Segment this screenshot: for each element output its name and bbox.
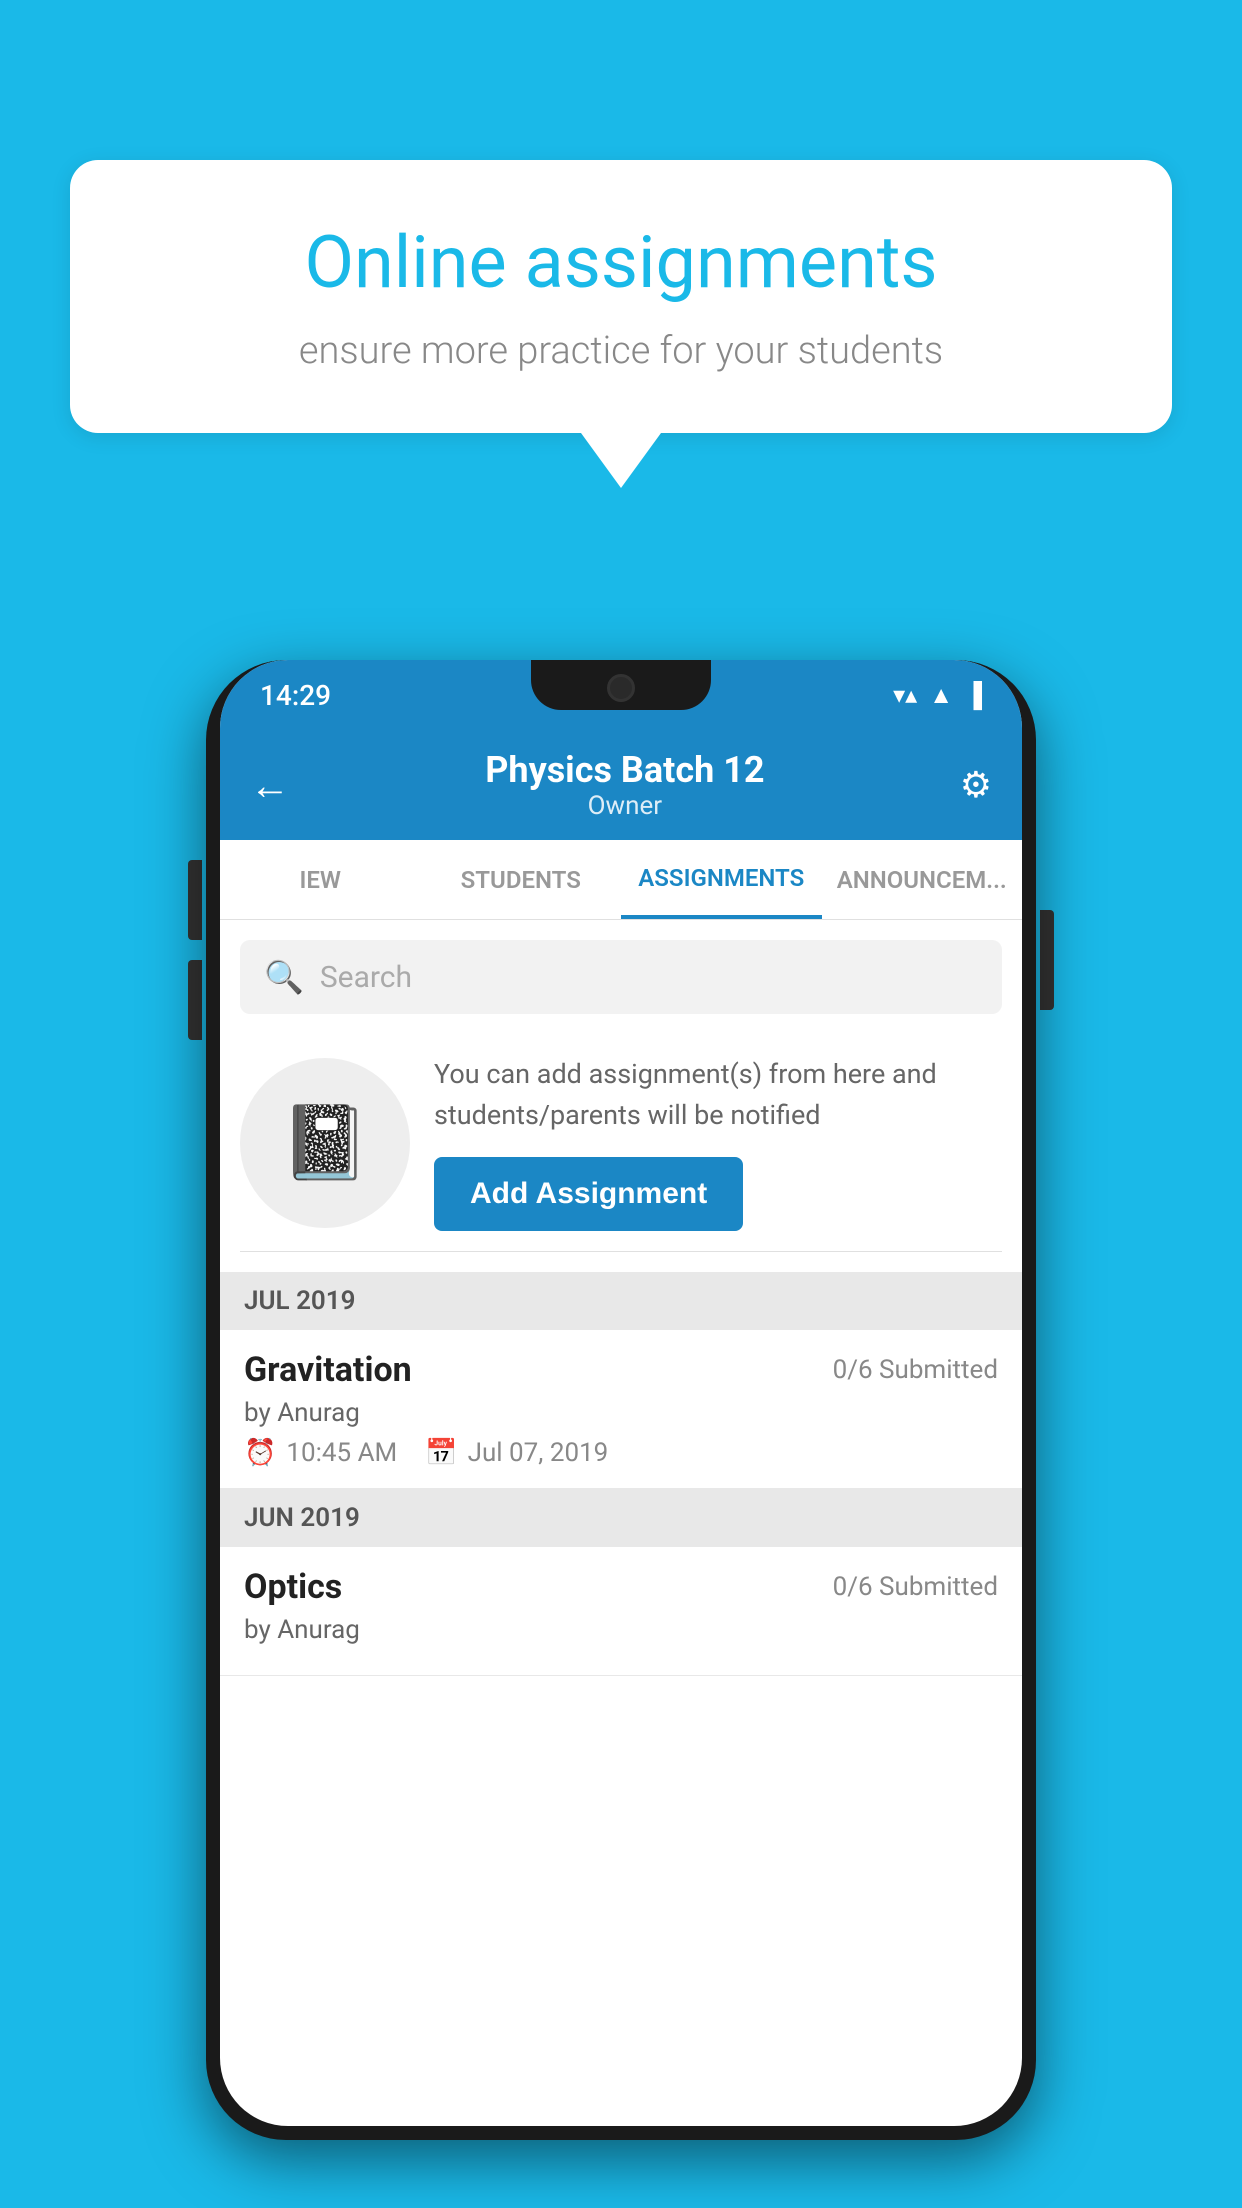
search-icon: 🔍 (264, 958, 304, 996)
assignment-name: Gravitation (244, 1350, 412, 1390)
phone-notch (531, 660, 711, 710)
assignment-status: 0/6 Submitted (833, 1355, 998, 1385)
tab-iew[interactable]: IEW (220, 840, 421, 919)
search-bar[interactable]: 🔍 Search (240, 940, 1002, 1014)
phone-wrapper: 14:29 ▾▴ ▲ ▐ ← Physics Batch 12 Owner ⚙ (206, 660, 1036, 2140)
settings-button[interactable]: ⚙ (960, 764, 992, 806)
promo-icon-circle: 📓 (240, 1058, 410, 1228)
optics-status: 0/6 Submitted (833, 1572, 998, 1602)
header-title: Physics Batch 12 (485, 749, 764, 791)
optics-name: Optics (244, 1567, 342, 1607)
clock-icon: ⏰ (244, 1438, 276, 1468)
section-header-jun: JUN 2019 (220, 1489, 1022, 1547)
assignment-row1: Gravitation 0/6 Submitted (244, 1350, 998, 1390)
signal-icon: ▲ (929, 681, 953, 710)
tab-announcements[interactable]: ANNOUNCEM... (822, 840, 1023, 919)
tab-students[interactable]: STUDENTS (421, 840, 622, 919)
speech-bubble-arrow (581, 433, 661, 488)
phone-screen: 14:29 ▾▴ ▲ ▐ ← Physics Batch 12 Owner ⚙ (220, 660, 1022, 2126)
volume-up-button (188, 860, 202, 940)
speech-bubble-subtitle: ensure more practice for your students (150, 329, 1092, 373)
screen-content: 🔍 Search 📓 You can add assignment(s) fro… (220, 920, 1022, 2126)
power-button (1040, 910, 1054, 1010)
optics-by: by Anurag (244, 1615, 998, 1645)
notebook-icon: 📓 (280, 1100, 370, 1185)
speech-bubble-wrapper: Online assignments ensure more practice … (70, 160, 1172, 488)
status-time: 14:29 (260, 679, 331, 712)
assignment-by: by Anurag (244, 1398, 998, 1428)
add-assignment-button[interactable]: Add Assignment (434, 1157, 743, 1231)
volume-down-button (188, 960, 202, 1040)
promo-text: You can add assignment(s) from here and … (434, 1054, 1002, 1135)
optics-row1: Optics 0/6 Submitted (244, 1567, 998, 1607)
meta-time-value: 10:45 AM (286, 1438, 397, 1468)
speech-bubble: Online assignments ensure more practice … (70, 160, 1172, 433)
wifi-icon: ▾▴ (893, 681, 917, 709)
back-button[interactable]: ← (250, 762, 290, 809)
add-assignment-promo: 📓 You can add assignment(s) from here an… (240, 1034, 1002, 1252)
calendar-icon: 📅 (425, 1438, 457, 1468)
assignment-item-optics[interactable]: Optics 0/6 Submitted by Anurag (220, 1547, 1022, 1676)
phone-camera (607, 674, 635, 702)
section-header-jul: JUL 2019 (220, 1272, 1022, 1330)
status-icons: ▾▴ ▲ ▐ (893, 681, 982, 710)
meta-date: 📅 Jul 07, 2019 (425, 1438, 608, 1468)
app-header: ← Physics Batch 12 Owner ⚙ (220, 730, 1022, 840)
meta-time: ⏰ 10:45 AM (244, 1438, 397, 1468)
meta-date-value: Jul 07, 2019 (468, 1438, 609, 1468)
tab-assignments[interactable]: ASSIGNMENTS (621, 840, 822, 919)
header-center: Physics Batch 12 Owner (485, 749, 764, 821)
promo-right: You can add assignment(s) from here and … (434, 1054, 1002, 1231)
assignment-meta: ⏰ 10:45 AM 📅 Jul 07, 2019 (244, 1438, 998, 1468)
assignment-item-gravitation[interactable]: Gravitation 0/6 Submitted by Anurag ⏰ 10… (220, 1330, 1022, 1489)
tabs-bar: IEW STUDENTS ASSIGNMENTS ANNOUNCEM... (220, 840, 1022, 920)
header-subtitle: Owner (485, 791, 764, 821)
battery-icon: ▐ (965, 681, 982, 710)
phone-frame: 14:29 ▾▴ ▲ ▐ ← Physics Batch 12 Owner ⚙ (206, 660, 1036, 2140)
search-placeholder: Search (320, 960, 412, 995)
speech-bubble-title: Online assignments (150, 220, 1092, 305)
